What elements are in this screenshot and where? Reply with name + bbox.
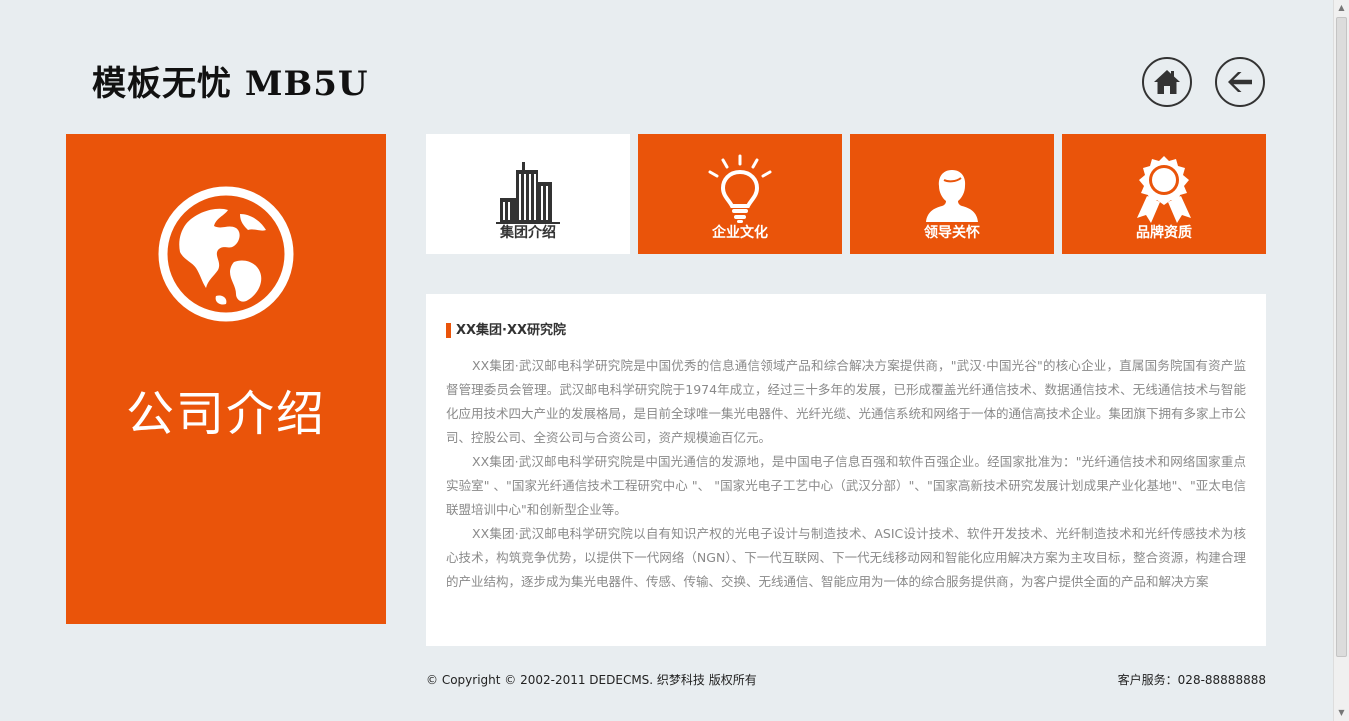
home-icon <box>1154 70 1180 94</box>
globe-icon <box>158 186 294 322</box>
tab-brand-qualifications[interactable]: 品牌资质 <box>1062 134 1266 254</box>
arrow-left-icon <box>1228 72 1252 92</box>
tab-label: 品牌资质 <box>1136 225 1192 241</box>
site-title: 模板无忧 MB5U <box>92 64 369 104</box>
side-panel-title: 公司介绍 <box>125 386 326 442</box>
tab-corporate-culture[interactable]: 企业文化 <box>638 134 842 254</box>
tile-icon-wrap <box>638 146 842 224</box>
back-button[interactable] <box>1215 57 1265 107</box>
scroll-thumb[interactable] <box>1336 17 1347 657</box>
content-paragraph: XX集团·武汉邮电科学研究院是中国光通信的发源地，是中国电子信息百强和软件百强企… <box>446 454 1246 517</box>
content-body: XX集团·武汉邮电科学研究院是中国优秀的信息通信领域产品和综合解决方案提供商，"… <box>446 354 1246 594</box>
person-icon <box>926 170 978 222</box>
scroll-down-icon[interactable]: ▼ <box>1334 705 1349 721</box>
page: 模板无忧 MB5U 公司介绍 集团介绍 企业文化 领导关怀 品牌资质 XX集团·… <box>0 0 1333 721</box>
home-button[interactable] <box>1142 57 1192 107</box>
side-panel: 公司介绍 <box>66 134 386 624</box>
footer-service: 客户服务：028-88888888 <box>1117 673 1266 687</box>
building-icon <box>496 162 560 224</box>
tile-icon-wrap <box>850 146 1054 224</box>
tile-icon-wrap <box>426 146 630 224</box>
content-paragraph: XX集团·武汉邮电科学研究院以自有知识产权的光电子设计与制造技术、ASIC设计技… <box>446 526 1246 589</box>
content-panel: XX集团·XX研究院 XX集团·武汉邮电科学研究院是中国优秀的信息通信领域产品和… <box>426 294 1266 646</box>
vertical-scrollbar[interactable]: ▲ ▼ <box>1333 0 1349 721</box>
tile-icon-wrap <box>1062 146 1266 224</box>
tab-group-intro[interactable]: 集团介绍 <box>426 134 630 254</box>
award-ribbon-icon <box>1137 156 1191 223</box>
tab-label: 企业文化 <box>712 225 768 241</box>
footer-copyright: © Copyright © 2002-2011 DEDECMS. 织梦科技 版权… <box>426 673 757 687</box>
scroll-up-icon[interactable]: ▲ <box>1334 0 1349 16</box>
content-paragraph: XX集团·武汉邮电科学研究院是中国优秀的信息通信领域产品和综合解决方案提供商，"… <box>446 358 1247 445</box>
tab-label: 集团介绍 <box>500 225 556 241</box>
tab-label: 领导关怀 <box>924 225 980 241</box>
lightbulb-icon <box>708 154 772 223</box>
tab-leadership-care[interactable]: 领导关怀 <box>850 134 1054 254</box>
content-heading: XX集团·XX研究院 <box>446 323 566 338</box>
